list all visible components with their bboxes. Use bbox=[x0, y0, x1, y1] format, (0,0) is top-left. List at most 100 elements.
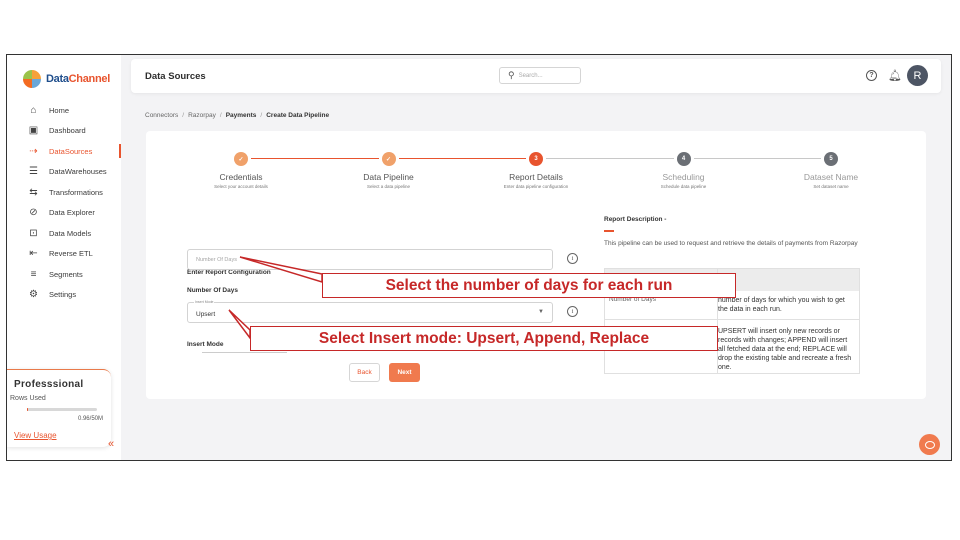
rows-used-bar bbox=[27, 408, 97, 411]
settings-icon: ⚙ bbox=[29, 289, 38, 301]
days-placeholder: Number Of Days bbox=[196, 257, 237, 263]
sidebar-item-label: DataWarehouses bbox=[49, 167, 107, 177]
step-scheduling: 4 Scheduling Schedule data pipeline bbox=[609, 149, 759, 189]
search-placeholder: Search... bbox=[518, 72, 543, 79]
next-button[interactable]: Next bbox=[389, 363, 420, 382]
plan-card: Professsional Rows Used 0.96/50M View Us… bbox=[7, 369, 111, 447]
step-subtitle: Select your account details bbox=[214, 184, 268, 189]
explorer-icon: ⊘ bbox=[29, 207, 38, 219]
divider bbox=[202, 352, 287, 353]
collapse-sidebar-icon[interactable]: « bbox=[108, 438, 114, 450]
dashboard-icon: ▣ bbox=[28, 125, 39, 137]
step-marker: 5 bbox=[824, 152, 838, 166]
report-description-text: This pipeline can be used to request and… bbox=[604, 240, 858, 247]
search-input[interactable]: ⚲ Search... bbox=[499, 67, 581, 84]
avatar[interactable]: R bbox=[907, 65, 928, 86]
sidebar-item-label: Dashboard bbox=[49, 126, 86, 136]
app-window: DataChannel ⌂ Home ▣ Dashboard ⇢ DataSources ☰… bbox=[6, 54, 952, 461]
step-subtitle: Set dataset name bbox=[813, 184, 849, 189]
step-marker: 3 bbox=[529, 152, 543, 166]
view-usage-link[interactable]: View Usage bbox=[14, 431, 57, 440]
sidebar-nav: ⌂ Home ▣ Dashboard ⇢ DataSources ☰ DataWarehous… bbox=[7, 100, 121, 305]
sidebar-item-label: Segments bbox=[49, 269, 83, 279]
search-icon: ⚲ bbox=[508, 70, 515, 80]
sidebar-item-label: Settings bbox=[49, 290, 77, 300]
rows-used-value: 0.96/50M bbox=[77, 416, 103, 422]
sidebar-item-segments[interactable]: ≡ Segments bbox=[7, 264, 121, 285]
rows-used-label: Rows Used bbox=[10, 395, 46, 402]
breadcrumb-current: Create Data Pipeline bbox=[266, 112, 330, 119]
step-marker: ✓ bbox=[381, 152, 396, 166]
datasources-icon: ⇢ bbox=[29, 145, 38, 157]
transform-icon: ⇆ bbox=[29, 186, 38, 198]
chevron-down-icon: ▼ bbox=[538, 309, 544, 315]
insert-info-icon[interactable]: i bbox=[567, 306, 578, 317]
sidebar-item-dashboard[interactable]: ▣ Dashboard bbox=[7, 121, 121, 142]
reverse-etl-icon: ⇤ bbox=[29, 248, 38, 260]
callout-days: Select the number of days for each run bbox=[322, 273, 736, 298]
logo-icon bbox=[23, 70, 41, 88]
insert-mode-legend: Insert Mode bbox=[194, 300, 215, 304]
sidebar-item-transformations[interactable]: ⇆ Transformations bbox=[7, 182, 121, 203]
step-marker: ✓ bbox=[234, 152, 248, 166]
step-title: Dataset Name bbox=[803, 172, 859, 182]
breadcrumb-connectors[interactable]: Connectors bbox=[145, 112, 178, 119]
sidebar-item-label: Data Models bbox=[49, 228, 92, 238]
home-icon: ⌂ bbox=[30, 104, 37, 116]
plan-name: Professsional bbox=[14, 379, 84, 390]
models-icon: ⊡ bbox=[29, 227, 38, 239]
insert-mode-value: Upsert bbox=[196, 311, 216, 318]
table-row-insert-desc: UPSERT will insert only new records or r… bbox=[718, 328, 852, 371]
days-label: Number Of Days bbox=[187, 287, 238, 294]
sidebar-item-data-explorer[interactable]: ⊘ Data Explorer bbox=[7, 203, 121, 224]
days-input[interactable]: Number Of Days bbox=[187, 249, 553, 270]
help-icon[interactable]: ? bbox=[866, 70, 877, 81]
insert-mode-label: Insert Mode bbox=[187, 341, 224, 348]
table-row-divider bbox=[605, 319, 859, 320]
logo[interactable]: DataChannel bbox=[23, 70, 110, 88]
breadcrumb-razorpay[interactable]: Razorpay bbox=[188, 112, 216, 119]
sidebar-item-datasources[interactable]: ⇢ DataSources bbox=[7, 141, 121, 162]
segments-icon: ≡ bbox=[30, 268, 37, 280]
days-info-icon[interactable]: i bbox=[567, 253, 578, 264]
sidebar-item-label: Transformations bbox=[49, 187, 103, 197]
step-title: Report Details bbox=[509, 172, 563, 182]
step-title: Data Pipeline bbox=[363, 172, 414, 182]
title-underline bbox=[604, 230, 614, 232]
step-report-details: 3 Report Details Enter data pipeline confi… bbox=[461, 149, 611, 189]
sidebar-item-label: Home bbox=[49, 105, 70, 115]
sidebar-item-datawarehouses[interactable]: ☰ DataWarehouses bbox=[7, 162, 121, 183]
breadcrumb-payments[interactable]: Payments bbox=[226, 112, 257, 119]
chat-icon[interactable] bbox=[919, 434, 940, 455]
sidebar: DataChannel ⌂ Home ▣ Dashboard ⇢ DataSources ☰… bbox=[7, 55, 121, 460]
page-title: Data Sources bbox=[145, 71, 206, 82]
step-credentials: ✓ Credentials Select your account details bbox=[166, 149, 316, 189]
step-subtitle: Schedule data pipeline bbox=[660, 184, 707, 189]
step-marker: 4 bbox=[676, 152, 691, 166]
step-dataset-name: 5 Dataset Name Set dataset name bbox=[756, 149, 906, 189]
sidebar-item-label: Reverse ETL bbox=[49, 249, 93, 259]
callout-insert: Select Insert mode: Upsert, Append, Repl… bbox=[250, 326, 718, 351]
step-subtitle: Enter data pipeline configuration bbox=[503, 184, 569, 189]
sidebar-item-label: DataSources bbox=[49, 146, 93, 156]
section-title: Enter Report Configuration bbox=[187, 269, 271, 276]
step-subtitle: Select a data pipeline bbox=[366, 184, 411, 189]
step-title: Scheduling bbox=[662, 172, 705, 182]
sidebar-item-home[interactable]: ⌂ Home bbox=[7, 100, 121, 121]
rows-used-bar-fill bbox=[27, 408, 29, 411]
logo-text: DataChannel bbox=[46, 73, 110, 85]
step-title: Credentials bbox=[219, 172, 263, 182]
report-description-title: Report Description - bbox=[604, 216, 667, 223]
insert-mode-select[interactable]: Insert Mode Upsert ▼ bbox=[187, 300, 553, 323]
back-button[interactable]: Back bbox=[349, 363, 380, 382]
breadcrumb: Connectors / Razorpay / Payments / Create Data… bbox=[145, 112, 330, 119]
stepper: ✓ Credentials Select your account details ✓… bbox=[146, 149, 926, 199]
sidebar-item-reverse-etl[interactable]: ⇤ Reverse ETL bbox=[7, 244, 121, 265]
top-header: Data Sources ⚲ Search... ? 🔔︎ R bbox=[131, 59, 941, 93]
sidebar-item-label: Data Explorer bbox=[49, 208, 95, 218]
warehouse-icon: ☰ bbox=[29, 166, 38, 178]
bell-icon[interactable]: 🔔︎ bbox=[888, 69, 902, 82]
step-data-pipeline: ✓ Data Pipeline Select a data pipeline bbox=[314, 149, 464, 189]
sidebar-item-data-models[interactable]: ⊡ Data Models bbox=[7, 223, 121, 244]
sidebar-item-settings[interactable]: ⚙ Settings bbox=[7, 285, 121, 306]
